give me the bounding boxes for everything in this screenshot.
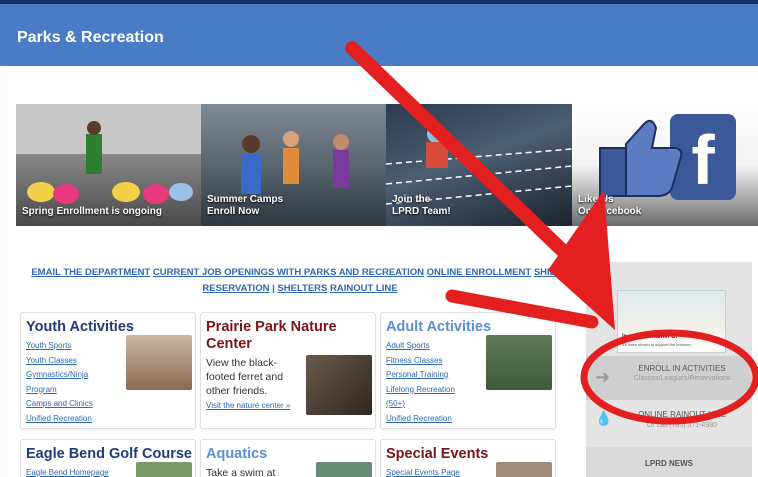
- banner-join-team[interactable]: Join the LPRD Team!: [386, 104, 572, 226]
- card-title: Prairie Park Nature Center: [206, 319, 337, 352]
- promo-subtitle: It's been shown to support the immune: [622, 342, 691, 347]
- card-adult-activities: Adult Activities Adult Sports Fitness Cl…: [380, 312, 556, 429]
- enroll-activities-button[interactable]: ➜ ENROLL IN ACTIVITIES Classes/Leagues/R…: [586, 356, 752, 400]
- news-label: LPRD NEWS: [645, 459, 693, 468]
- lprd-news-header[interactable]: LPRD NEWS: [586, 447, 752, 477]
- golf-photo: [136, 462, 192, 477]
- banner-facebook[interactable]: f Like Us On Facebook: [572, 104, 758, 226]
- card-prairie-park: Prairie Park Nature Center View the blac…: [200, 312, 376, 429]
- list-item[interactable]: Program: [26, 383, 136, 398]
- job-openings-link[interactable]: CURRENT JOB OPENINGS WITH PARKS AND RECR…: [153, 267, 424, 278]
- list-item[interactable]: Unified Recreation: [26, 412, 136, 427]
- list-item[interactable]: Lifelong Recreation: [386, 383, 496, 398]
- sign-in-icon: ➜: [595, 367, 611, 387]
- list-item[interactable]: Unified Recreation: [386, 412, 496, 427]
- card-description: Take a swim at: [206, 467, 276, 477]
- card-title: Eagle Bend Golf Course: [26, 446, 192, 462]
- youth-sports-photo: [126, 335, 192, 390]
- card-title: Special Events: [386, 446, 489, 462]
- vitamin-d-promo[interactable]: Increase Vitamin D. It's been shown to s…: [617, 290, 726, 353]
- list-item[interactable]: Special Events Page: [386, 466, 496, 477]
- list-item[interactable]: Camps and Clinics: [26, 397, 136, 412]
- quick-links: EMAIL THE DEPARTMENT CURRENT JOB OPENING…: [20, 265, 580, 297]
- card-special-events: Special Events Special Events Page: [380, 439, 556, 477]
- card-description: View the black-footed ferret and other f…: [206, 357, 284, 397]
- card-title: Youth Activities: [26, 319, 134, 335]
- site-header: Parks & Recreation: [0, 4, 758, 66]
- aquatics-photo: [316, 462, 372, 477]
- card-title: Aquatics: [206, 446, 268, 462]
- banner-summer-camps[interactable]: Summer Camps Enroll Now: [201, 104, 387, 226]
- enroll-subtitle: Classes/Leagues/Reservations: [633, 375, 731, 382]
- promo-title: Increase Vitamin D.: [622, 334, 678, 340]
- banner-caption: Like Us On Facebook: [578, 194, 642, 217]
- list-item[interactable]: Gymnastics/Ninja: [26, 368, 136, 383]
- svg-text:f: f: [691, 121, 715, 199]
- list-item[interactable]: Adult Sports: [386, 339, 496, 354]
- banner-caption: Spring Enrollment is ongoing: [22, 206, 162, 217]
- visit-nature-center-link[interactable]: Visit the nature center »: [206, 401, 290, 410]
- card-aquatics: Aquatics Take a swim at: [200, 439, 376, 477]
- enroll-title: ENROLL IN ACTIVITIES: [638, 364, 726, 373]
- raindrop-icon: 💧: [595, 410, 613, 426]
- list-item[interactable]: Youth Classes: [26, 354, 136, 369]
- list-item[interactable]: Fitness Classes: [386, 354, 496, 369]
- youth-links-list: Youth Sports Youth Classes Gymnastics/Ni…: [26, 339, 136, 426]
- banner-spring-enrollment[interactable]: Spring Enrollment is ongoing: [16, 104, 202, 226]
- banner-caption: Summer Camps Enroll Now: [207, 194, 284, 217]
- card-title: Adult Activities: [386, 319, 492, 335]
- card-youth-activities: Youth Activities Youth Sports Youth Clas…: [20, 312, 196, 429]
- list-item[interactable]: (50+): [386, 397, 496, 412]
- list-item[interactable]: Youth Sports: [26, 339, 136, 354]
- adult-sports-photo: [486, 335, 552, 390]
- card-golf-course: Eagle Bend Golf Course Eagle Bend Homepa…: [20, 439, 196, 477]
- events-photo: [496, 462, 552, 477]
- online-enrollment-link[interactable]: ONLINE ENROLLMENT: [427, 267, 532, 278]
- adult-links-list: Adult Sports Fitness Classes Personal Tr…: [386, 339, 496, 426]
- list-item[interactable]: Personal Training: [386, 368, 496, 383]
- rainout-title: ONLINE RAINOUT LINE: [638, 410, 726, 419]
- page-title: Parks & Recreation: [17, 29, 164, 46]
- rainout-subtitle: Or call (785) 371-4980: [646, 422, 718, 429]
- email-department-link[interactable]: EMAIL THE DEPARTMENT: [31, 267, 150, 278]
- rainout-line-link[interactable]: RAINOUT LINE: [330, 283, 398, 294]
- sidebar: Increase Vitamin D. It's been shown to s…: [586, 262, 752, 477]
- link-separator: |: [272, 283, 275, 294]
- shelters-link[interactable]: SHELTERS: [277, 283, 327, 294]
- ferret-photo: [306, 355, 372, 415]
- banner-caption: Join the LPRD Team!: [392, 194, 451, 217]
